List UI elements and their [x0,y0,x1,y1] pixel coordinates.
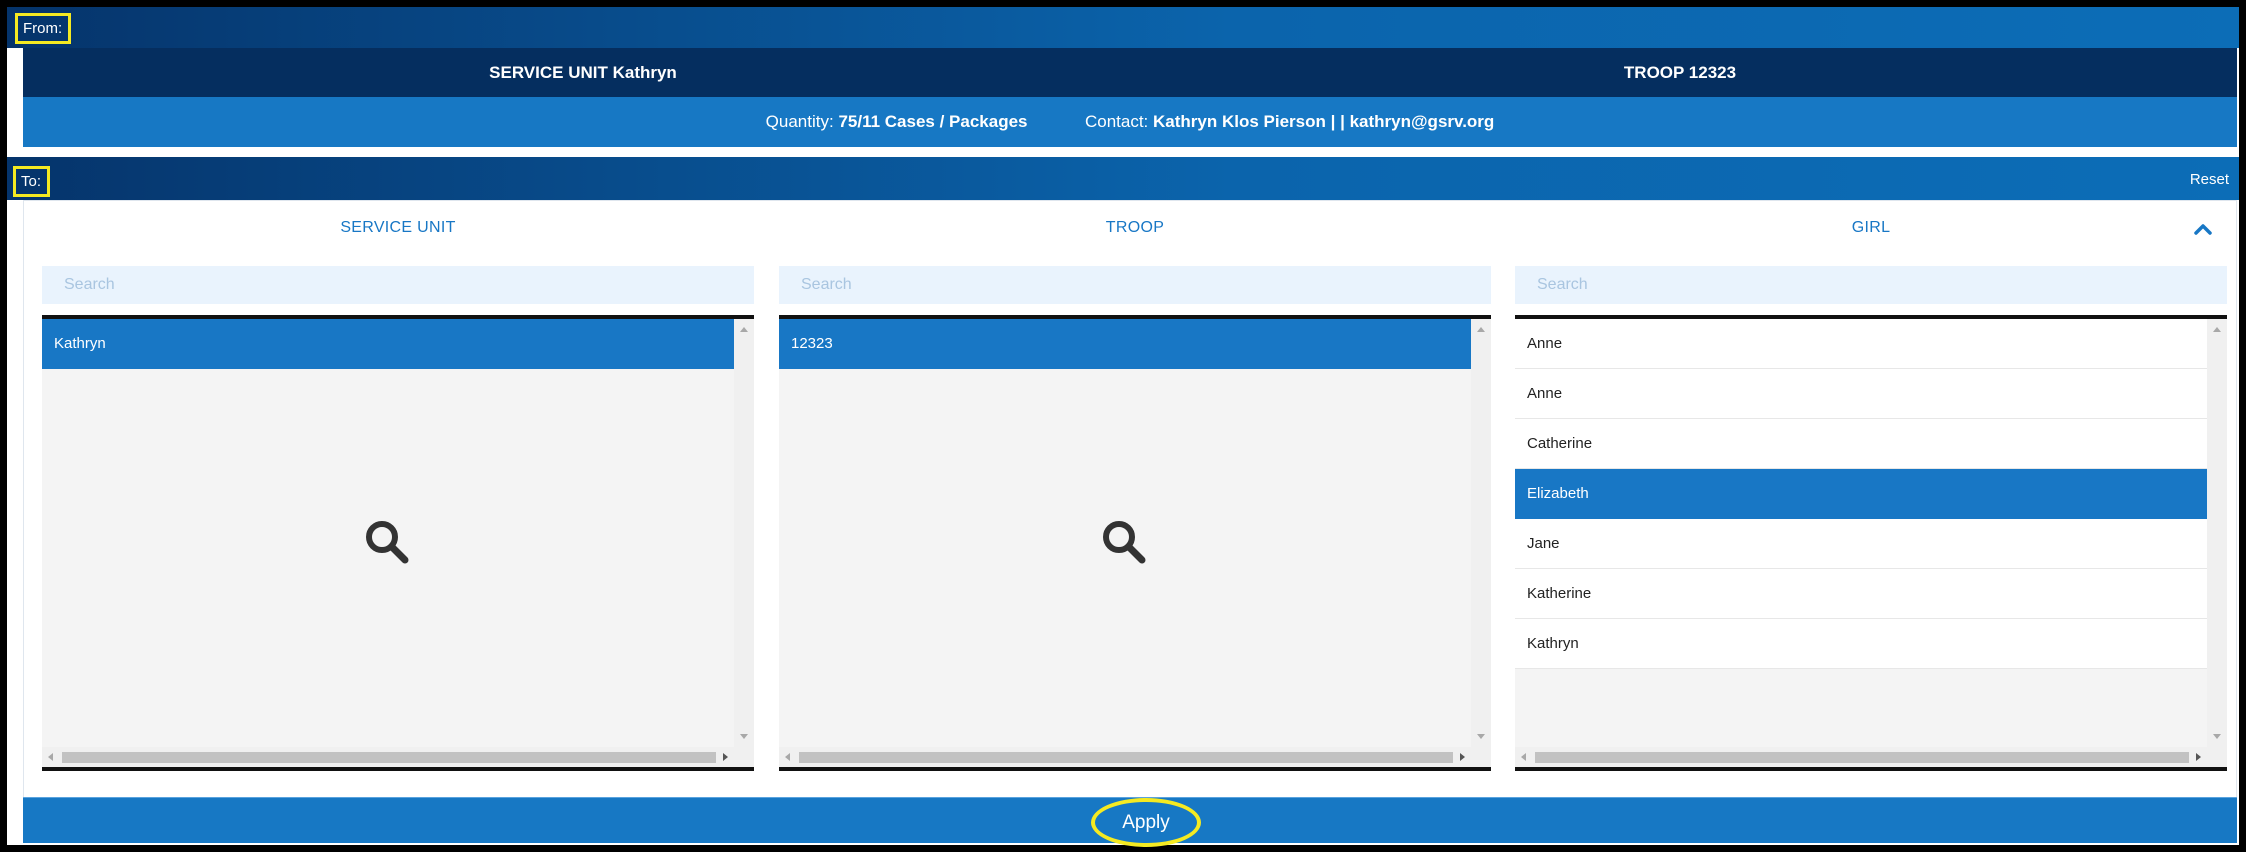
from-service-unit: SERVICE UNIT Kathryn [489,63,677,82]
quantity-value: 75/11 Cases / Packages [838,112,1028,131]
troop-title: TROOP [1105,219,1165,236]
girl-search-input[interactable] [1515,266,2227,304]
troop-list: 12323 [779,315,1491,771]
from-detail-row: Quantity: 75/11 Cases / Packages Contact… [23,97,2237,147]
troop-search-input[interactable] [779,266,1491,304]
list-item[interactable]: Jane [1515,519,2207,569]
girl-title: GIRL [1851,219,1891,236]
service-unit-search-input[interactable] [42,266,754,304]
girl-list: Anne Anne Catherine Elizabeth Jane Kathe… [1515,315,2227,771]
horizontal-scrollbar[interactable] [1515,747,2227,767]
service-unit-title: SERVICE UNIT [340,219,456,236]
list-item[interactable]: Anne [1515,369,2207,419]
horizontal-scrollbar[interactable] [42,747,754,767]
from-label: From: [15,13,72,44]
apply-bar: Apply [23,797,2237,847]
vertical-scrollbar[interactable] [734,319,754,747]
list-item[interactable]: Katherine [1515,569,2207,619]
from-troop: TROOP 12323 [1623,63,1737,82]
contact-label: Contact: [1084,112,1149,131]
from-summary-row: SERVICE UNIT Kathryn TROOP 12323 [23,48,2237,97]
transfer-dialog: From: SERVICE UNIT Kathryn TROOP 12323 Q… [7,7,2239,847]
service-unit-column: SERVICE UNIT Kathryn [42,201,754,771]
list-item[interactable]: Kathryn [42,319,734,369]
troop-column: TROOP 12323 [779,201,1491,771]
list-item[interactable]: Catherine [1515,419,2207,469]
search-icon [1103,521,1146,564]
girl-column: GIRL Anne Anne Catherine Elizabeth Jane … [1515,201,2227,771]
service-unit-list: Kathryn [42,315,754,771]
search-icon [366,521,409,564]
reset-link[interactable]: Reset [2190,171,2229,188]
quantity-label: Quantity: [765,112,834,131]
contact-value: Kathryn Klos Pierson | | kathryn@gsrv.or… [1153,112,1495,131]
apply-button[interactable]: Apply [1091,798,1201,847]
horizontal-scrollbar[interactable] [779,747,1491,767]
list-item[interactable]: Kathryn [1515,619,2207,669]
list-item[interactable]: 12323 [779,319,1471,369]
vertical-scrollbar[interactable] [2207,319,2227,747]
list-item[interactable]: Elizabeth [1515,469,2207,519]
list-item[interactable]: Anne [1515,319,2207,369]
from-header: From: [7,7,2239,48]
to-selection-panel: SERVICE UNIT Kathryn TROOP 123 [23,200,2237,798]
to-header: To: Reset [7,157,2239,200]
to-label: To: [13,166,51,197]
chevron-up-icon[interactable] [2193,221,2213,237]
vertical-scrollbar[interactable] [1471,319,1491,747]
